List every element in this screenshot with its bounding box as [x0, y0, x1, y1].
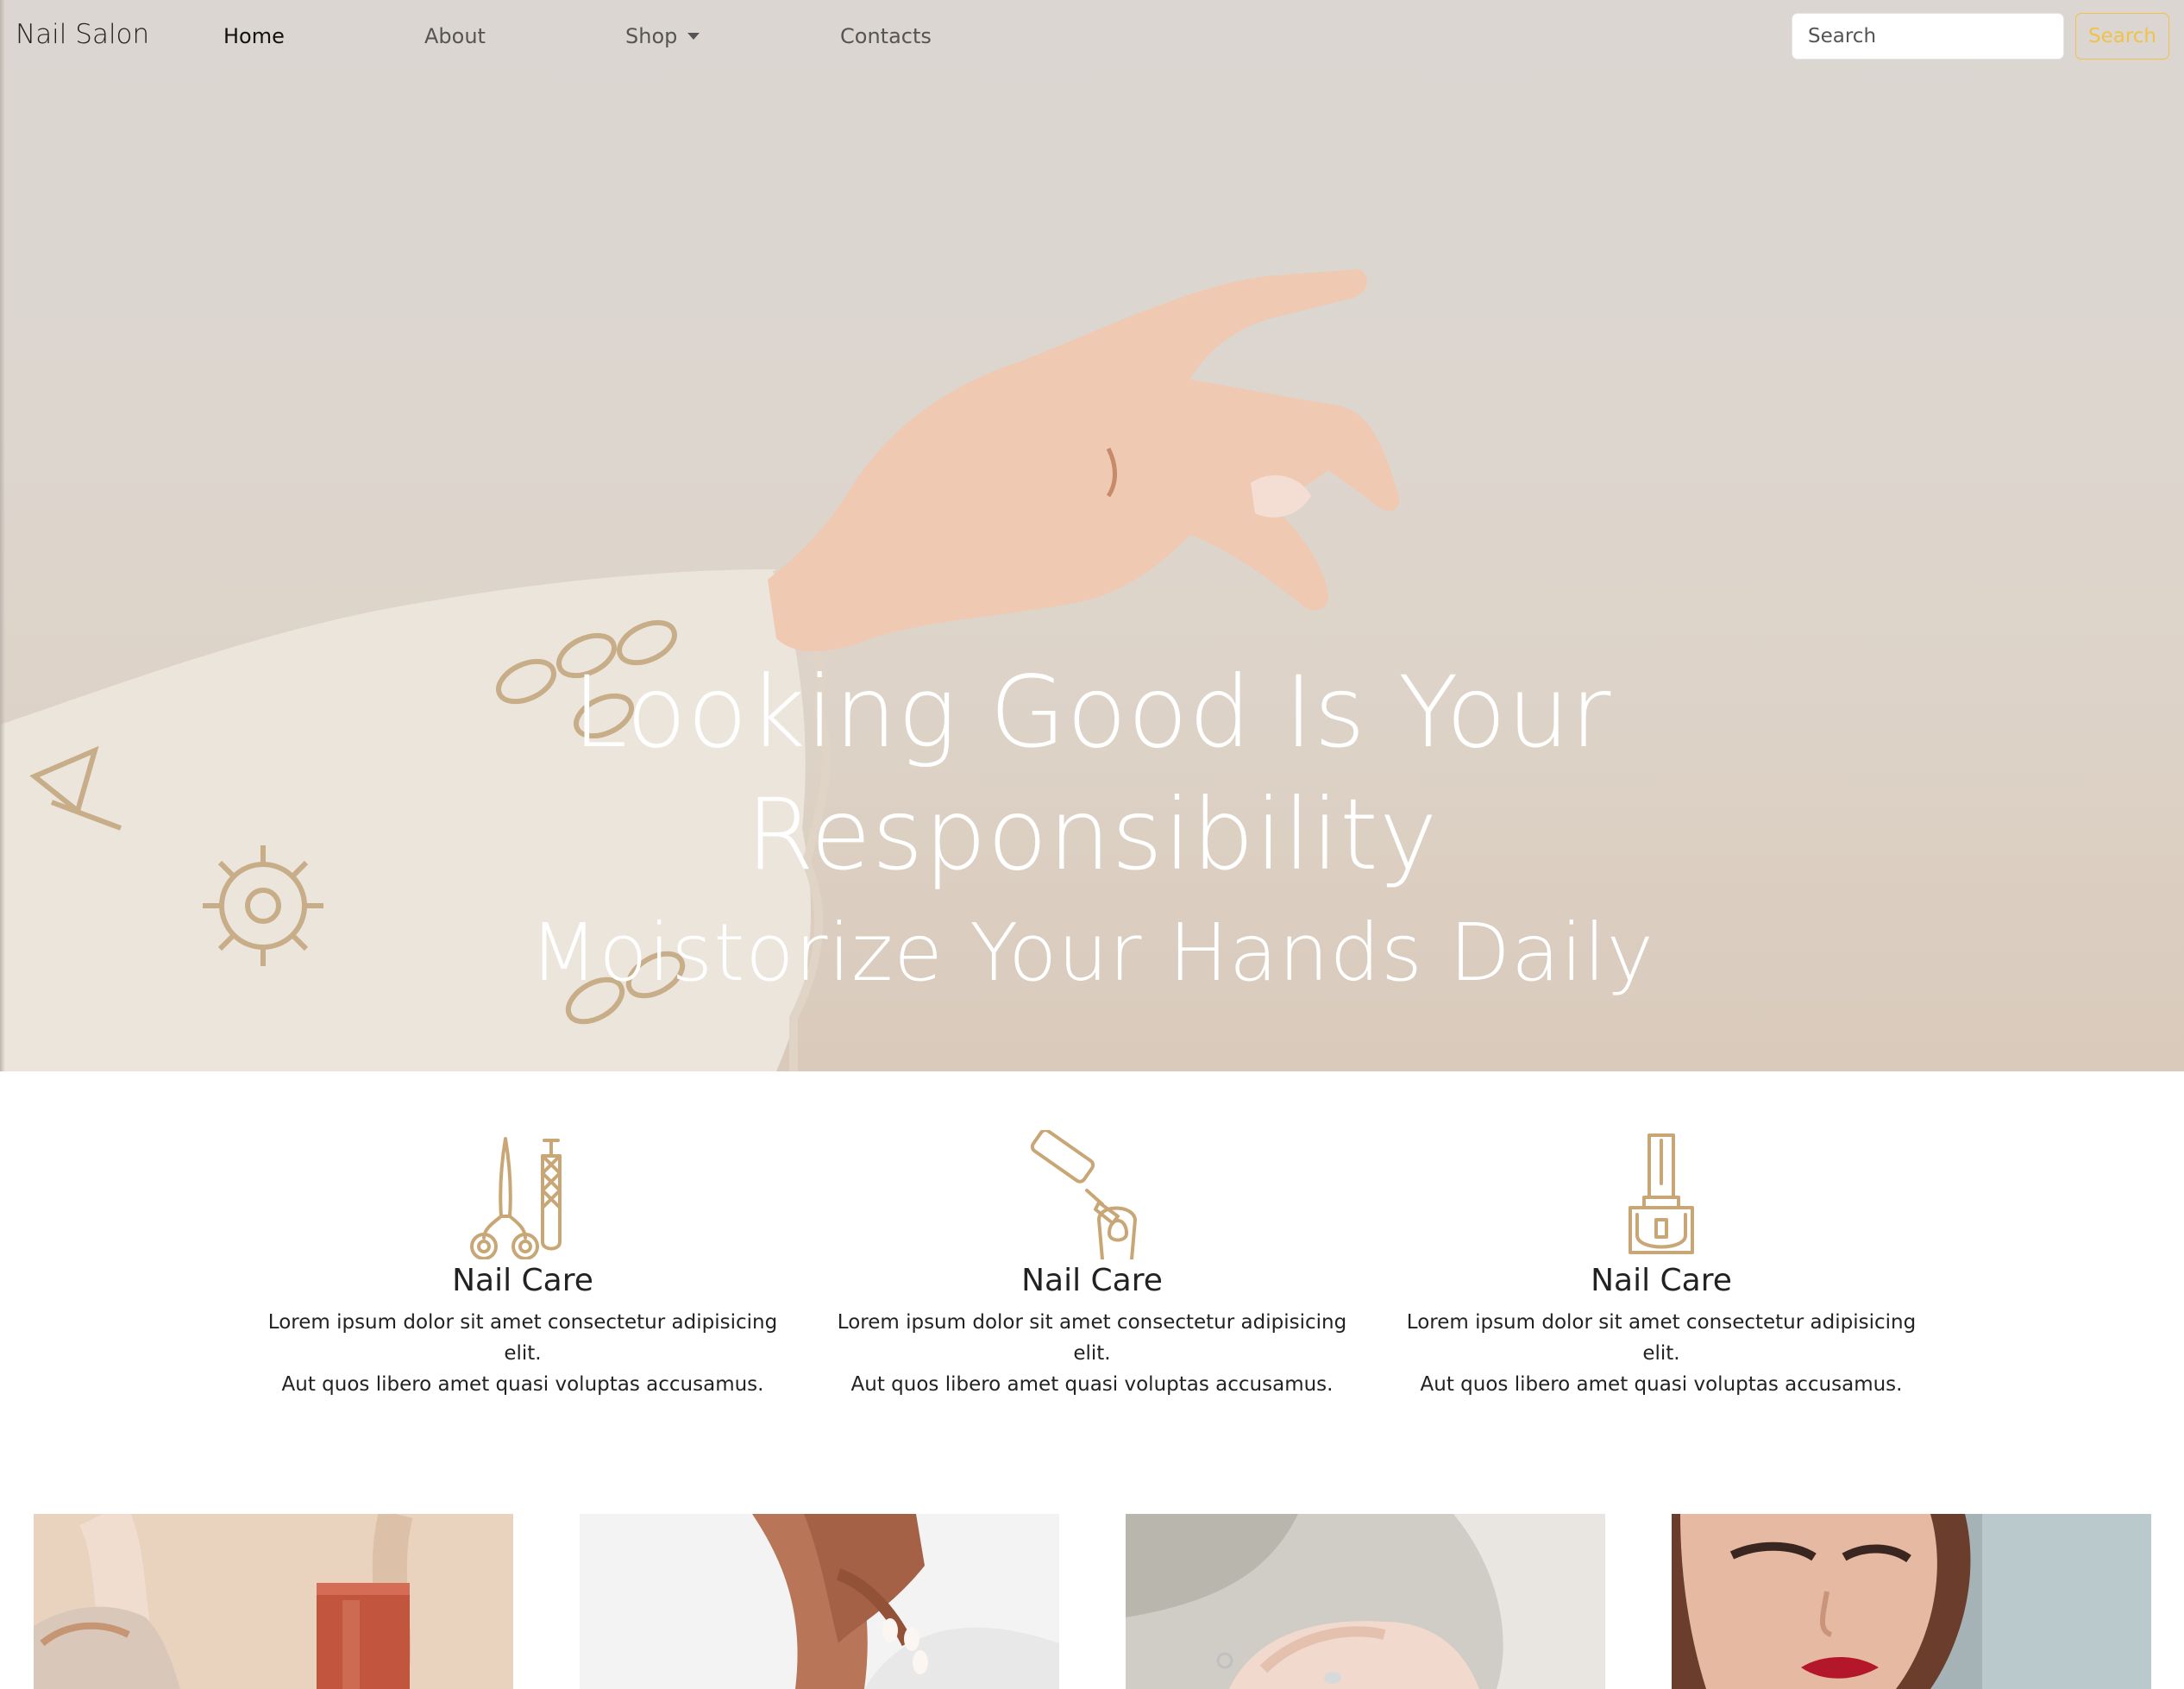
hero-subtitle: Moistorize Your Hands Daily [530, 907, 1654, 999]
gallery-image-manicure[interactable] [1126, 1514, 1605, 1689]
hero-title: Looking Good Is Your Responsibility [572, 655, 1612, 892]
gallery-photo [1672, 1514, 2151, 1689]
feature-title: Nail Care [1591, 1263, 1732, 1298]
feature-card: Nail Care Lorem ipsum dolor sit amet con… [816, 1130, 1368, 1400]
scissors-nail-file-icon [470, 1137, 562, 1259]
nav-shop[interactable]: Shop [625, 24, 700, 48]
nav-shop-label: Shop [625, 24, 678, 48]
feature-description: Lorem ipsum dolor sit amet consectetur a… [816, 1307, 1368, 1400]
feature-card: Nail Care Lorem ipsum dolor sit amet con… [247, 1130, 799, 1400]
hero-text: Looking Good Is Your Responsibility Mois… [0, 651, 2184, 1005]
gallery-photo [580, 1514, 1059, 1689]
chevron-down-icon [687, 33, 700, 40]
brand-logo[interactable]: Nail Salon [16, 19, 149, 50]
navbar: Nail Salon Home About Shop Contacts Sear… [0, 0, 2184, 74]
gallery-image-hands[interactable] [580, 1514, 1059, 1689]
feature-text-line: Lorem ipsum dolor sit amet consectetur a… [837, 1311, 1347, 1365]
gallery-image-nail-polish[interactable] [34, 1514, 513, 1689]
feature-text-line: Aut quos libero amet quasi voluptas accu… [281, 1373, 764, 1396]
gallery-photo [34, 1514, 513, 1689]
nav-home[interactable]: Home [223, 24, 285, 48]
nav-about[interactable]: About [424, 24, 486, 48]
nav-contacts[interactable]: Contacts [840, 24, 932, 48]
feature-description: Lorem ipsum dolor sit amet consectetur a… [1385, 1307, 1937, 1400]
feature-description: Lorem ipsum dolor sit amet consectetur a… [247, 1307, 799, 1400]
feature-title: Nail Care [452, 1263, 593, 1298]
hero-banner: Nail Salon Home About Shop Contacts Sear… [0, 0, 2184, 1071]
feature-text-line: Aut quos libero amet quasi voluptas accu… [850, 1373, 1334, 1396]
gallery-photo [1126, 1514, 1605, 1689]
feature-card: Nail Care Lorem ipsum dolor sit amet con… [1385, 1130, 1937, 1400]
search-button[interactable]: Search [2075, 13, 2169, 60]
feature-text-line: Lorem ipsum dolor sit amet consectetur a… [267, 1311, 778, 1365]
feature-text-line: Lorem ipsum dolor sit amet consectetur a… [1406, 1311, 1917, 1365]
nail-polish-bottle-icon [1629, 1133, 1694, 1254]
gallery-image-model[interactable] [1672, 1514, 2151, 1689]
feature-title: Nail Care [1021, 1263, 1163, 1298]
nail-polish-brush-icon [1030, 1130, 1137, 1259]
search-input[interactable] [1792, 13, 2064, 60]
feature-text-line: Aut quos libero amet quasi voluptas accu… [1420, 1373, 1903, 1396]
